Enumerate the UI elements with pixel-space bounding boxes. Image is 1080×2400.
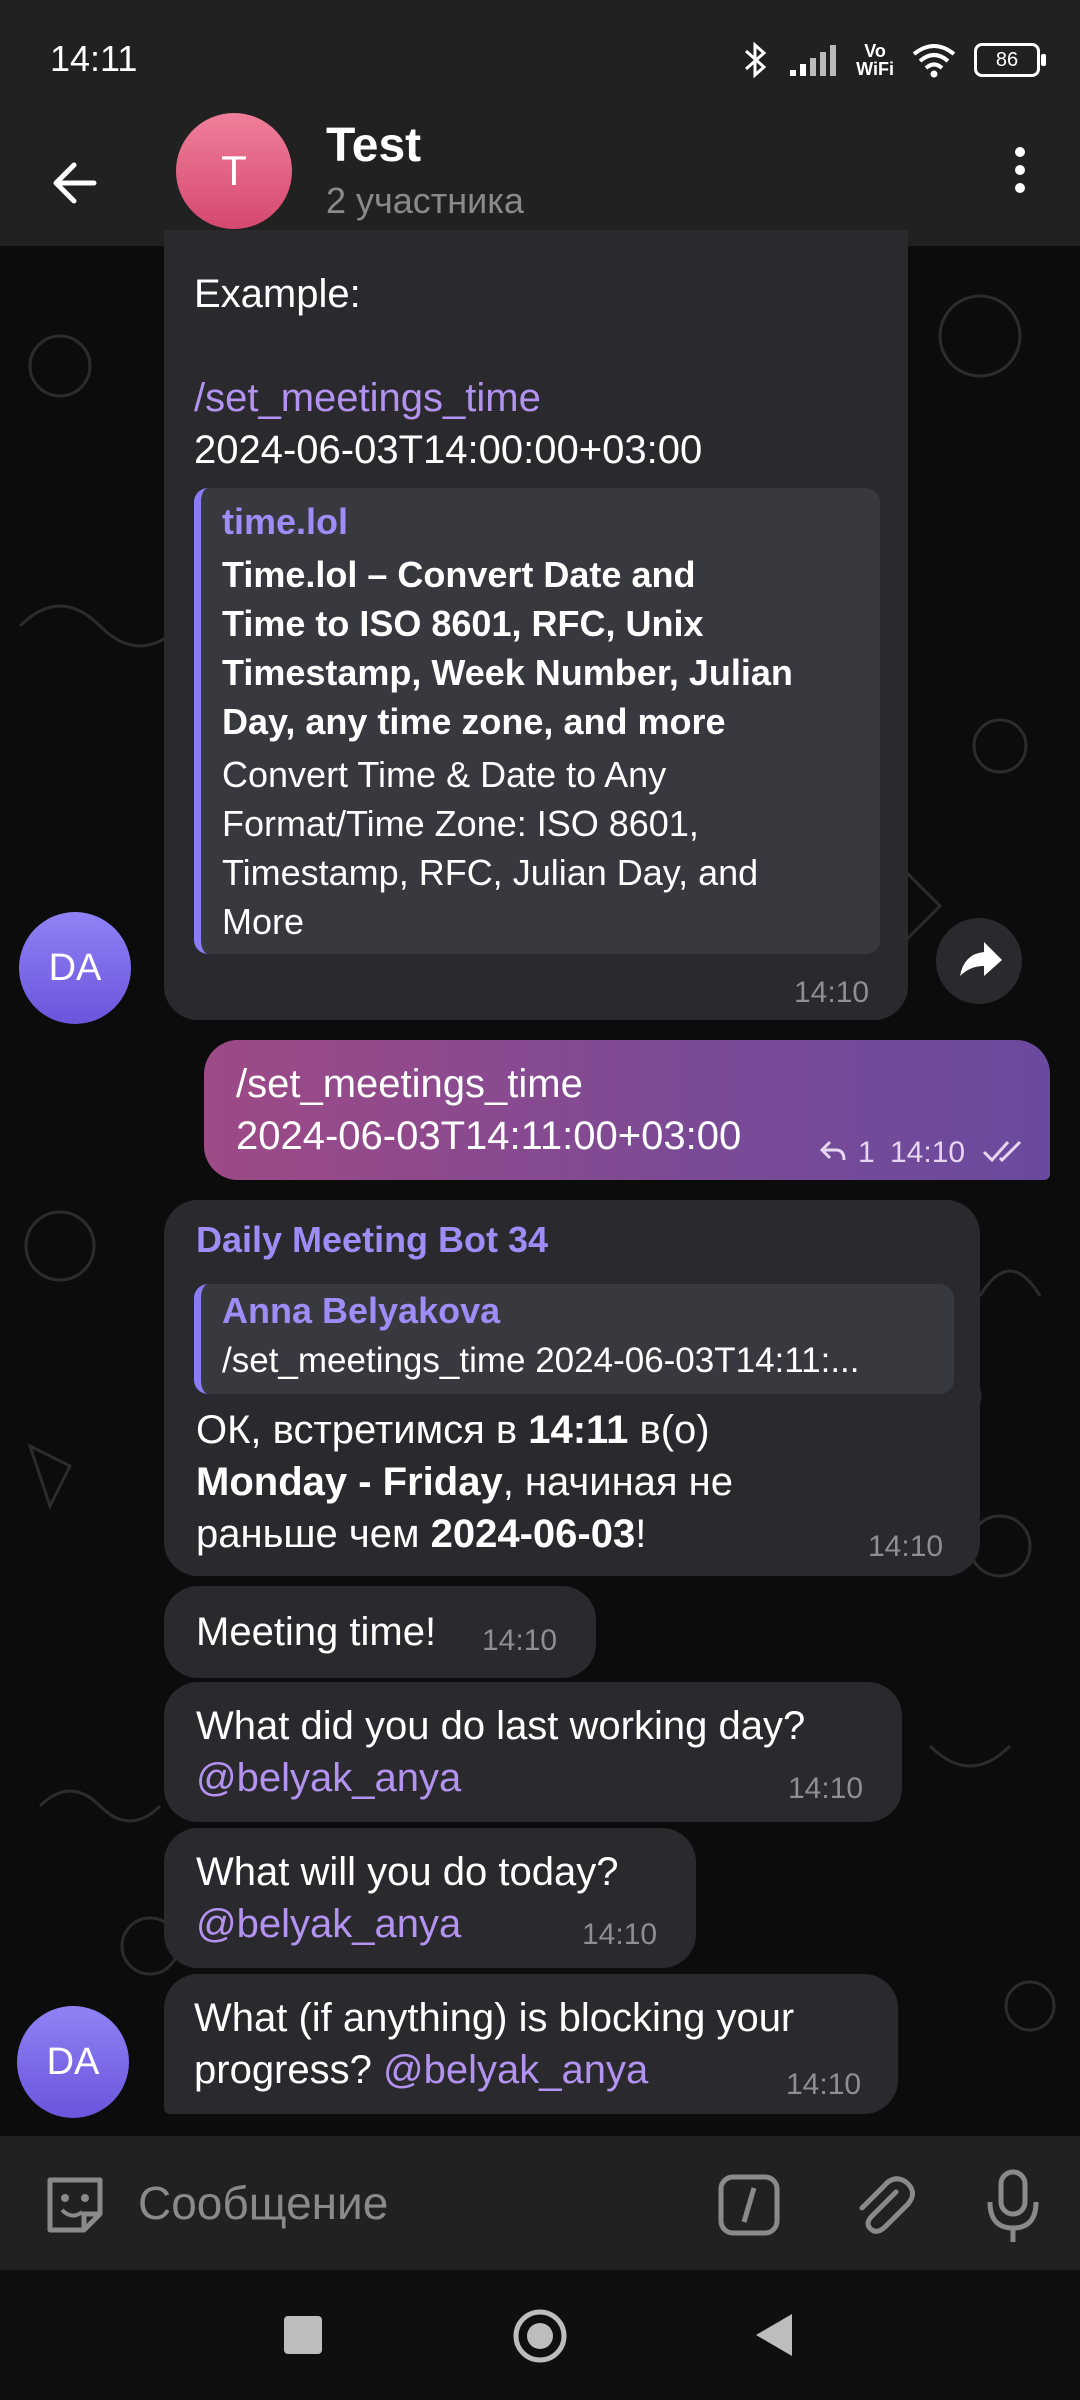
emoji-sticker-icon[interactable] <box>40 2170 110 2240</box>
text-segment: progress? <box>194 2048 383 2092</box>
preview-title: Day, any time zone, and more <box>222 701 726 742</box>
bot-command-link[interactable]: /set_meetings_time <box>194 372 541 424</box>
preview-title: Time to ISO 8601, RFC, Unix <box>222 603 704 644</box>
message-time: 14:10 <box>794 976 870 1009</box>
attach-paperclip-icon[interactable] <box>846 2168 920 2242</box>
message-time: 14:10 <box>582 1918 658 1951</box>
sender-avatar[interactable]: DA <box>17 2006 129 2118</box>
message-text: Meeting time! <box>196 1610 437 1654</box>
message-text: 2024-06-03T14:11:00+03:00 <box>236 1114 742 1158</box>
message-time: 14:10 <box>788 1772 864 1805</box>
message-time: 14:10 <box>868 1530 944 1563</box>
signal-icon <box>790 45 837 76</box>
message-input[interactable]: Сообщение <box>138 2176 388 2230</box>
vowifi-bottom: WiFi <box>856 59 894 79</box>
user-mention[interactable]: @belyak_anya <box>196 1752 461 1804</box>
battery-indicator: 86 <box>974 43 1046 77</box>
message-text-line: ОК, встретимся в 14:11 в(о) <box>196 1404 710 1456</box>
quote-author: Anna Belyakova <box>222 1290 501 1331</box>
text-bold: Monday - Friday <box>196 1460 503 1504</box>
preview-title: Time.lol – Convert Date and <box>222 554 696 595</box>
more-vert-icon[interactable] <box>1000 140 1040 200</box>
status-icons: Vo WiFi 86 <box>740 36 1046 84</box>
wifi-icon <box>912 44 956 78</box>
message-text-line: progress? @belyak_anya <box>194 2044 648 2096</box>
reply-icon <box>819 1140 846 1161</box>
message-text: What did you do last working day? <box>196 1704 806 1748</box>
group-avatar[interactable]: T <box>176 113 292 229</box>
message-time: 14:10 <box>482 1624 558 1657</box>
text-segment: ОК, встретимся в <box>196 1408 529 1452</box>
preview-description: More <box>222 901 305 942</box>
reply-count[interactable]: 1 <box>858 1136 875 1170</box>
preview-description: Convert Time & Date to Any <box>222 754 667 795</box>
preview-description: Timestamp, RFC, Julian Day, and <box>222 852 759 893</box>
message-text-line: раньше чем 2024-06-03! <box>196 1508 646 1560</box>
share-arrow-icon <box>960 942 1002 976</box>
text-segment: , начиная не <box>502 1460 734 1504</box>
system-nav-bar <box>0 2270 1080 2400</box>
message-text: What will you do today? <box>196 1850 619 1894</box>
user-mention[interactable]: @belyak_anya <box>196 1898 461 1950</box>
sender-avatar[interactable]: DA <box>19 912 131 1024</box>
message-text: Example: <box>194 272 361 316</box>
text-bold: 2024-06-03 <box>430 1512 636 1556</box>
bot-commands-icon[interactable] <box>716 2172 782 2238</box>
share-button[interactable] <box>936 918 1022 1004</box>
message-time: 14:10 <box>786 2068 862 2101</box>
status-time: 14:11 <box>50 38 138 79</box>
message-text: What (if anything) is blocking your <box>194 1996 795 2040</box>
back-triangle-icon[interactable] <box>752 2310 796 2360</box>
status-bar: 14:11 Vo WiFi 86 <box>0 0 1080 120</box>
sender-name[interactable]: Daily Meeting Bot 34 <box>196 1214 548 1266</box>
bluetooth-icon <box>745 41 767 79</box>
back-arrow-icon[interactable] <box>44 150 110 216</box>
message-text-line: Monday - Friday, начиная не <box>196 1456 733 1508</box>
chat-title[interactable]: Test <box>326 118 421 173</box>
chat-header <box>0 120 1080 246</box>
home-button[interactable] <box>510 2306 570 2366</box>
preview-title: Timestamp, Week Number, Julian <box>222 652 793 693</box>
vowifi-top: Vo <box>864 41 886 61</box>
text-segment: ! <box>635 1512 647 1556</box>
text-bold: 14:11 <box>528 1408 629 1452</box>
message-composer: Сообщение <box>0 2136 1080 2270</box>
vowifi-indicator: Vo WiFi <box>856 42 894 78</box>
preview-site-name: time.lol <box>222 501 349 542</box>
chat-members-count: 2 участника <box>326 180 524 221</box>
microphone-icon[interactable] <box>976 2166 1050 2246</box>
quote-text: /set_meetings_time 2024-06-03T14:11:... <box>222 1341 860 1380</box>
message-text: /set_meetings_time <box>236 1062 583 1106</box>
double-check-icon <box>982 1140 1022 1163</box>
preview-description: Format/Time Zone: ISO 8601, <box>222 803 699 844</box>
text-segment: в(о) <box>628 1408 710 1452</box>
message-text: 2024-06-03T14:00:00+03:00 <box>194 428 703 472</box>
user-mention[interactable]: @belyak_anya <box>383 2048 648 2092</box>
message-time: 14:10 <box>890 1136 966 1169</box>
text-segment: раньше чем <box>196 1512 431 1556</box>
recents-button[interactable] <box>284 2316 322 2354</box>
